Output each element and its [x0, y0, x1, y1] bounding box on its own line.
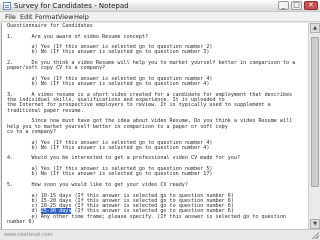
menu-format[interactable]: Format [35, 12, 58, 22]
document-line: e) Any other time frame; please specify.… [7, 213, 287, 220]
status-bar: www.nextlevel.com [0, 229, 320, 240]
notepad-icon [3, 2, 11, 10]
document-line: number 6) [7, 218, 35, 225]
title-bar[interactable]: Survey for Candidates - Notepad _ □ ✕ [0, 0, 320, 12]
scrollbar-thumb[interactable] [311, 37, 319, 187]
resize-grip-icon[interactable] [311, 231, 319, 239]
scroll-down-arrow-icon[interactable]: ▼ [310, 219, 320, 229]
menu-edit[interactable]: Edit [20, 12, 33, 22]
status-text: www.nextlevel.com [4, 232, 53, 238]
scroll-up-arrow-icon[interactable]: ▲ [310, 23, 320, 33]
vertical-scrollbar[interactable]: ▲ ▼ [308, 23, 320, 229]
menu-file[interactable]: File [5, 12, 16, 22]
notepad-window: Survey for Candidates - Notepad _ □ ✕ Fi… [0, 0, 320, 240]
menu-view[interactable]: View [58, 12, 73, 22]
document-text: Questionnaire for Candidates 1. Are you … [7, 23, 308, 225]
menu-bar: File Edit Format View Help [0, 12, 320, 22]
maximize-button[interactable]: □ [291, 1, 302, 10]
minimize-button[interactable]: _ [278, 1, 289, 10]
menu-help[interactable]: Help [74, 12, 89, 22]
close-button[interactable]: ✕ [304, 1, 318, 10]
text-editor[interactable]: Questionnaire for Candidates 1. Are you … [1, 23, 308, 229]
window-title: Survey for Candidates - Notepad [14, 2, 129, 10]
